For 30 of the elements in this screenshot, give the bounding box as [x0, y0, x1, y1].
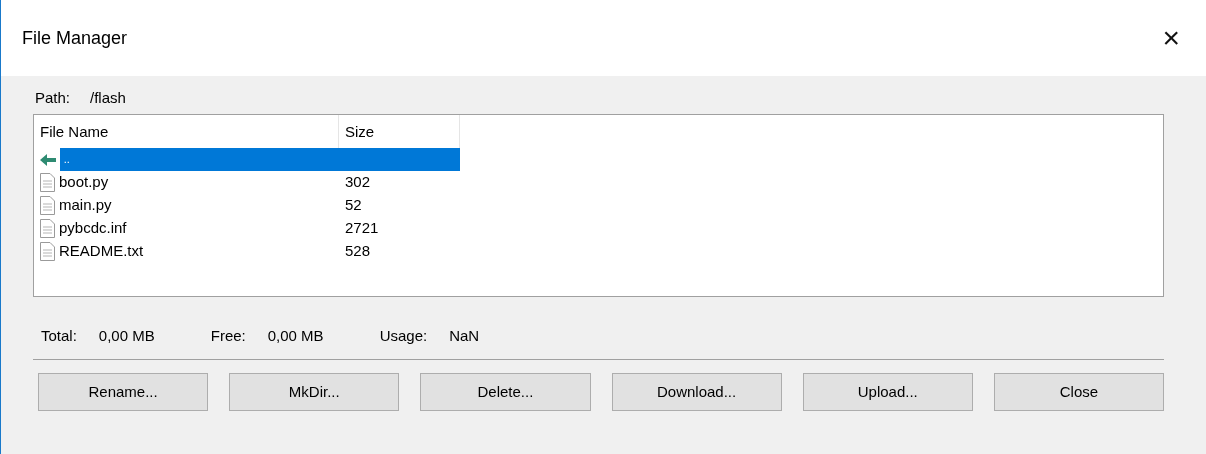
- dialog-button[interactable]: Upload...: [802, 373, 973, 411]
- document-icon: [40, 219, 55, 238]
- dialog-button[interactable]: Close: [993, 373, 1165, 411]
- file-name[interactable]: ..: [60, 148, 339, 171]
- document-icon: [40, 173, 55, 192]
- file-size: 302: [345, 172, 371, 193]
- file-name[interactable]: pybcdc.inf: [59, 217, 127, 240]
- dialog-button[interactable]: MkDir...: [229, 373, 400, 411]
- document-icon: [40, 242, 55, 261]
- file-size: 52: [345, 195, 362, 216]
- stat-label: Usage:: [379, 325, 428, 346]
- window-title: File Manager: [22, 26, 128, 50]
- dialog-button[interactable]: Delete...: [420, 373, 591, 411]
- stat-value: 0,00 MB: [267, 325, 324, 346]
- path-value: /flash: [90, 88, 126, 108]
- stat-value: NaN: [449, 325, 480, 346]
- dialog-button[interactable]: Download...: [611, 373, 782, 411]
- close-button[interactable]: ×: [1158, 23, 1184, 53]
- stat-label: Total:: [41, 325, 77, 346]
- file-name[interactable]: boot.py: [59, 171, 109, 194]
- path-label: Path:: [35, 88, 71, 108]
- file-name[interactable]: README.txt: [59, 240, 144, 263]
- back-arrow-icon: [40, 153, 56, 166]
- document-icon: [40, 196, 55, 215]
- file-name[interactable]: main.py: [59, 194, 112, 217]
- file-size: 2721: [345, 218, 379, 239]
- file-size: 528: [345, 241, 371, 262]
- dialog-button[interactable]: Rename...: [38, 373, 209, 411]
- stat-label: Free:: [210, 325, 246, 346]
- stat-value: 0,00 MB: [98, 325, 155, 346]
